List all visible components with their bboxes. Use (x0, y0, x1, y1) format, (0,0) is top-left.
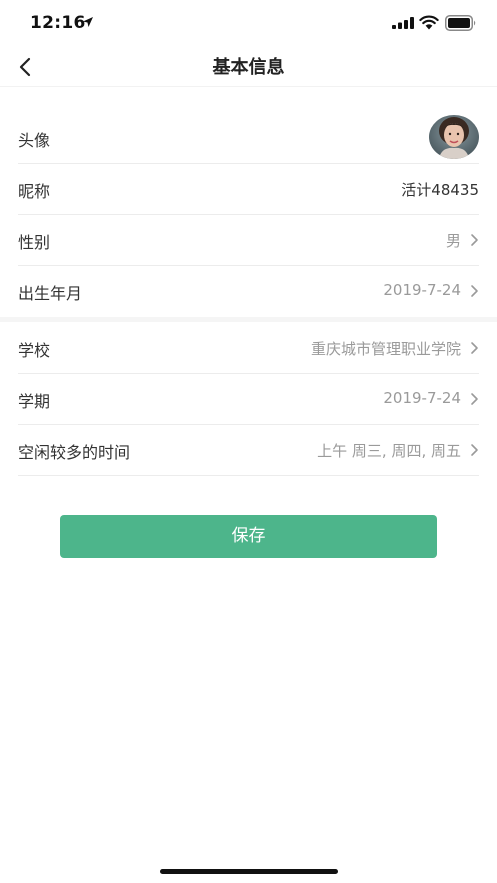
avatar[interactable] (429, 115, 479, 159)
avatar-row[interactable]: 头像 (18, 112, 479, 164)
nickname-label: 昵称 (18, 182, 51, 201)
gender-row[interactable]: 性别 男 (18, 214, 479, 266)
chevron-right-icon (471, 285, 478, 297)
term-row[interactable]: 学期 2019-7-24 (18, 373, 479, 425)
chevron-right-icon (471, 393, 478, 405)
term-label: 学期 (18, 392, 51, 411)
birth-date-label: 出生年月 (18, 284, 83, 303)
gender-label: 性别 (18, 233, 51, 252)
nickname-value: 活计48435 (401, 181, 479, 199)
free-time-row[interactable]: 空闲较多的时间 上午 周三, 周四, 周五 (18, 424, 479, 476)
free-time-value: 上午 周三, 周四, 周五 (317, 442, 461, 460)
navigation-bar: 基本信息 (0, 46, 497, 87)
avatar-image (429, 115, 479, 159)
section-spacer (0, 87, 497, 112)
cellular-signal-icon (392, 17, 414, 29)
wifi-icon (419, 15, 439, 30)
page-title: 基本信息 (212, 57, 285, 78)
school-label: 学校 (18, 341, 51, 360)
location-arrow-icon (83, 17, 93, 27)
gender-value: 男 (445, 232, 461, 250)
chevron-right-icon (471, 444, 478, 456)
birth-date-value: 2019-7-24 (383, 281, 461, 299)
home-indicator[interactable] (160, 869, 338, 874)
chevron-right-icon (471, 342, 478, 354)
status-time: 12:16 (30, 13, 86, 33)
free-time-label: 空闲较多的时间 (18, 443, 131, 462)
birth-date-row[interactable]: 出生年月 2019-7-24 (18, 265, 479, 316)
status-bar: 12:16 (0, 0, 497, 46)
avatar-label: 头像 (18, 131, 51, 150)
nickname-row[interactable]: 昵称 活计48435 (18, 163, 479, 215)
save-button[interactable]: 保存 (60, 515, 437, 558)
chevron-right-icon (471, 234, 478, 246)
battery-icon (445, 15, 476, 31)
term-value: 2019-7-24 (383, 389, 461, 407)
school-value: 重庆城市管理职业学院 (310, 340, 461, 358)
school-row[interactable]: 学校 重庆城市管理职业学院 (18, 322, 479, 374)
